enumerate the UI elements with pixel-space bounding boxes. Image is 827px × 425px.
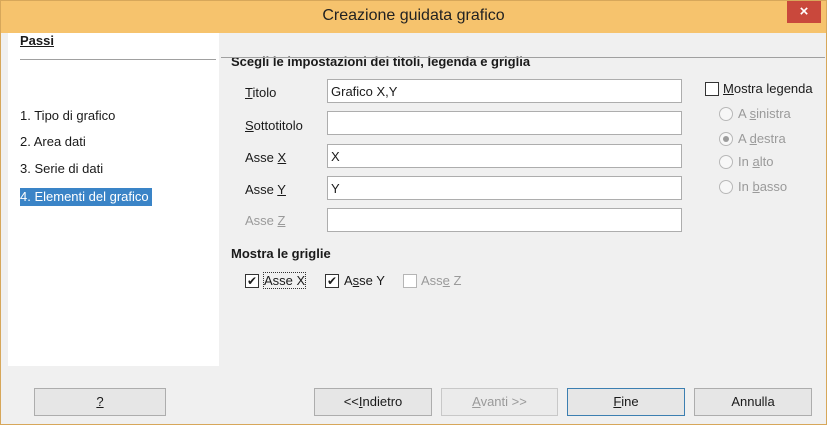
legend-top-label: In alto (738, 154, 774, 169)
finish-button[interactable]: Fine (567, 388, 685, 416)
steps-heading: Passi (20, 33, 54, 48)
step-chart-type[interactable]: 1. Tipo di grafico (20, 107, 118, 125)
step-chart-elements[interactable]: 4. Elementi del grafico (20, 188, 152, 206)
radio-selected-dot (723, 136, 729, 142)
step-data-range[interactable]: 2. Area dati (20, 133, 89, 151)
grid-x-checkbox[interactable]: ✔ (245, 274, 259, 288)
help-button-label: ? (96, 394, 104, 409)
legend-top-radio[interactable] (719, 155, 733, 169)
legend-bottom-radio[interactable] (719, 180, 733, 194)
legend-bottom-label: In basso (738, 179, 788, 194)
title-input[interactable] (327, 79, 682, 103)
subtitle-label: Sottotitolo (245, 118, 303, 133)
grid-y-label: Asse Y (344, 273, 385, 288)
y-axis-label: Asse Y (245, 182, 286, 197)
legend-right-label: A destra (738, 131, 786, 146)
legend-right-radio[interactable] (719, 132, 733, 146)
help-button[interactable]: ? (34, 388, 166, 416)
cancel-button[interactable]: Annulla (694, 388, 812, 416)
x-axis-label: Asse X (245, 150, 287, 165)
title-label: Titolo (245, 85, 277, 100)
back-button[interactable]: <<Indietro (314, 388, 432, 416)
window-title: Creazione guidata grafico (322, 7, 505, 24)
show-legend-label: Mostra legenda (723, 81, 813, 96)
y-axis-input[interactable] (327, 176, 682, 200)
grid-y-checkbox[interactable]: ✔ (325, 274, 339, 288)
next-button[interactable]: Avanti >> (441, 388, 558, 416)
grid-section-heading: Mostra le griglie (231, 246, 331, 261)
legend-left-radio[interactable] (719, 107, 733, 121)
title-bar[interactable]: Creazione guidata grafico × (1, 1, 826, 33)
subtitle-input[interactable] (327, 111, 682, 135)
section-divider (221, 57, 825, 58)
x-axis-input[interactable] (327, 144, 682, 168)
grid-z-label: Asse Z (421, 273, 462, 288)
grid-z-checkbox[interactable] (403, 274, 417, 288)
step-data-series[interactable]: 3. Serie di dati (20, 160, 106, 178)
z-axis-label: Asse Z (245, 213, 286, 228)
grid-x-label: Asse X (262, 272, 307, 289)
legend-left-label: A sinistra (738, 106, 791, 121)
show-legend-checkbox[interactable] (705, 82, 719, 96)
steps-divider (20, 59, 216, 60)
close-button[interactable]: × (787, 1, 821, 23)
z-axis-input[interactable] (327, 208, 682, 232)
